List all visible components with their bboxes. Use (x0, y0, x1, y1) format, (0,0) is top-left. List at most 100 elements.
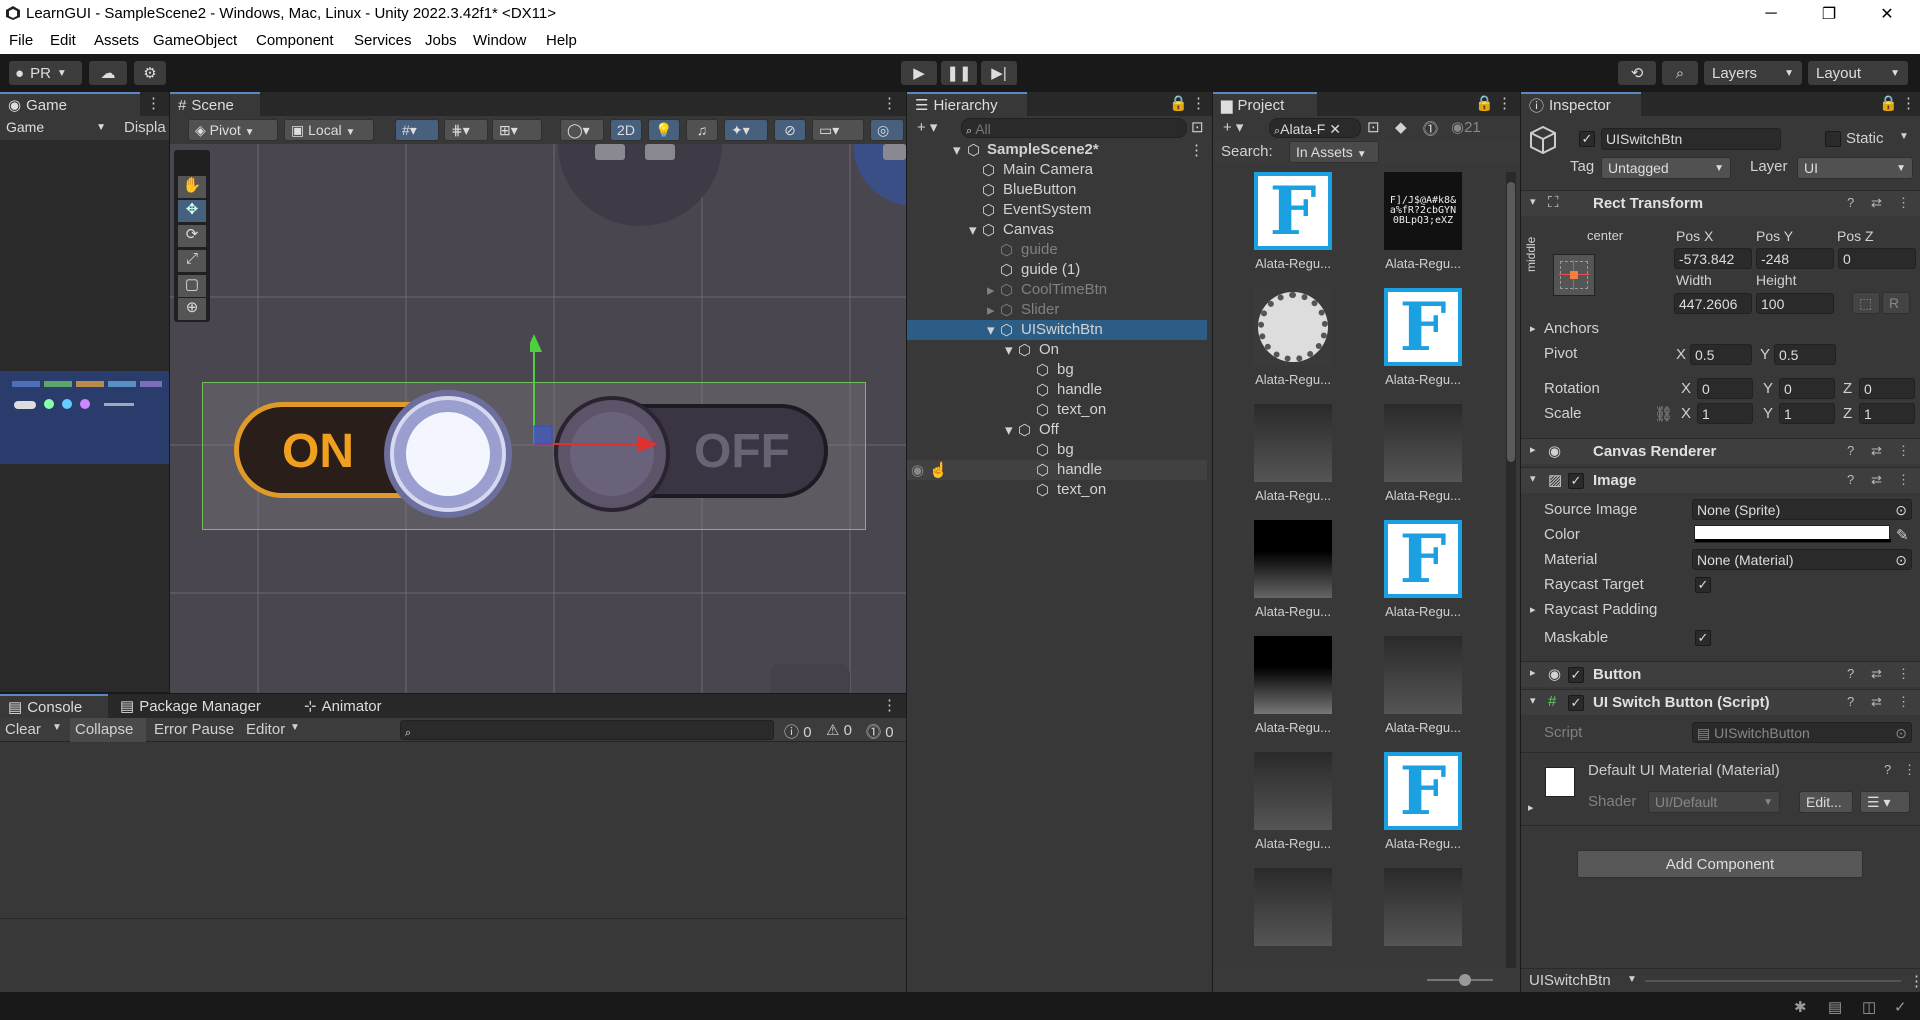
play-button[interactable]: ▶ (901, 61, 937, 85)
active-checkbox[interactable]: ✓ (1579, 131, 1595, 147)
shader-options-dropdown[interactable]: ☰ ▾ (1860, 791, 1910, 813)
lock-icon[interactable]: 🔒 (1169, 94, 1188, 112)
asset-item[interactable]: F Alata-Regu... (1373, 520, 1473, 619)
editor-dropdown[interactable]: Editor (246, 721, 285, 738)
scale-x-field[interactable]: 1 (1697, 403, 1753, 424)
eyedropper-icon[interactable]: ✎ (1896, 526, 1909, 544)
tree-item-main-camera[interactable]: ⬡ Main Camera (907, 160, 1207, 180)
tree-item-off[interactable]: ▾ ⬡ Off (907, 420, 1207, 440)
error-pause-toggle[interactable]: Error Pause (154, 721, 234, 738)
hierarchy-search-input[interactable]: ⌕ All (961, 118, 1187, 138)
kebab-menu-icon[interactable]: ⋮ (1903, 762, 1916, 778)
scale-y-field[interactable]: 1 (1779, 403, 1835, 424)
asset-item[interactable]: Alata-Regu... (1243, 404, 1343, 503)
tree-item-off-text[interactable]: ⬡ text_on (907, 480, 1207, 500)
expand-arrow-icon[interactable]: ▸ (987, 301, 995, 319)
search-by-type-icon[interactable]: ⊡ (1367, 118, 1380, 136)
scene-visibility-toggle[interactable]: ⊘ (774, 119, 806, 141)
minimize-button[interactable]: ─ (1742, 0, 1800, 28)
search-by-importlog-icon[interactable]: ⓵ (1423, 118, 1438, 139)
kebab-menu-icon[interactable]: ⋮ (1897, 666, 1910, 682)
preset-icon[interactable]: ⇄ (1871, 472, 1882, 488)
help-icon[interactable]: ? (1847, 195, 1854, 210)
width-field[interactable]: 447.2606 (1674, 293, 1752, 314)
checkmark-icon[interactable]: ✓ (1894, 998, 1907, 1016)
close-button[interactable]: ✕ (1858, 0, 1916, 28)
color-swatch[interactable] (1694, 525, 1891, 543)
create-dropdown[interactable]: + ▾ (917, 118, 937, 136)
account-dropdown[interactable]: ● PR ▼ (9, 61, 82, 85)
search-options-icon[interactable]: ⊡ (1191, 118, 1204, 136)
edit-shader-button[interactable]: Edit... (1799, 791, 1853, 813)
progress-icon[interactable]: ◫ (1862, 998, 1876, 1016)
tree-item-canvas[interactable]: ▾ ⬡ Canvas (907, 220, 1207, 240)
tree-item-off-bg[interactable]: ⬡ bg (907, 440, 1207, 460)
button-component-header[interactable]: ▸ ◉ ✓ Button ? ⇄ ⋮ (1521, 661, 1920, 687)
menu-assets[interactable]: Assets (94, 32, 139, 49)
log-count[interactable]: ⓘ 0 (784, 721, 812, 742)
maximize-button[interactable]: ❐ (1800, 0, 1858, 28)
hand-tool-icon[interactable]: ✋ (178, 176, 206, 198)
camera-dropdown[interactable]: ▭▾ (812, 119, 864, 141)
expand-arrow-icon[interactable]: ▸ (1530, 603, 1536, 616)
help-icon[interactable]: ? (1847, 666, 1854, 681)
tab-project[interactable]: ▆ Project (1213, 92, 1317, 116)
tab-inspector[interactable]: ⓘ Inspector (1521, 92, 1641, 116)
asset-item[interactable]: Alata-Regu... (1373, 636, 1473, 735)
tree-item-guide-1[interactable]: ⬡ guide (1) (907, 260, 1207, 280)
object-picker-icon[interactable]: ⊙ (1895, 552, 1907, 569)
project-scrollbar[interactable] (1506, 172, 1516, 972)
blueprint-mode-button[interactable]: ⬚ (1852, 292, 1880, 314)
tab-game[interactable]: ◉ Game (0, 92, 140, 116)
clear-search-icon[interactable]: ✕ (1329, 121, 1341, 137)
expand-arrow-icon[interactable]: ▾ (1530, 195, 1536, 208)
tree-item-slider[interactable]: ▸ ⬡ Slider (907, 300, 1207, 320)
canvas-renderer-header[interactable]: ▸ ◉ Canvas Renderer ? ⇄ ⋮ (1521, 438, 1920, 464)
rotation-z-field[interactable]: 0 (1859, 378, 1915, 399)
ruler-dropdown[interactable]: ⊞▾ (492, 119, 542, 141)
help-icon[interactable]: ? (1847, 472, 1854, 487)
effects-dropdown[interactable]: ✦▾ (724, 119, 768, 141)
rotate-tool-icon[interactable]: ⟳ (178, 225, 206, 247)
grid-snap-toggle[interactable]: #▾ (395, 119, 439, 141)
tab-animator[interactable]: ⊹ Animator (296, 694, 390, 718)
kebab-menu-icon[interactable]: ⋮ (1897, 195, 1910, 211)
chevron-down-icon[interactable]: ▼ (1899, 131, 1909, 142)
display-dropdown-label[interactable]: Displa (124, 119, 166, 136)
rotation-x-field[interactable]: 0 (1697, 378, 1753, 399)
pickable-hand-icon[interactable]: ☝ (929, 461, 948, 479)
preview-object-name[interactable]: UISwitchBtn (1529, 972, 1611, 989)
pivot-x-field[interactable]: 0.5 (1690, 344, 1752, 365)
raycast-padding-foldout[interactable]: Raycast Padding (1544, 601, 1657, 618)
layer-dropdown[interactable]: UI ▼ (1797, 157, 1913, 179)
menu-gameobject[interactable]: GameObject (153, 32, 237, 49)
expand-arrow-icon[interactable]: ▾ (1005, 341, 1013, 359)
expand-arrow-icon[interactable]: ▸ (1530, 322, 1536, 335)
pivot-y-field[interactable]: 0.5 (1774, 344, 1836, 365)
tab-scene[interactable]: # Scene (170, 92, 260, 116)
tree-item-on-bg[interactable]: ⬡ bg (907, 360, 1207, 380)
history-button[interactable]: ⟲ (1618, 61, 1656, 85)
menu-help[interactable]: Help (546, 32, 577, 49)
pos-z-field[interactable]: 0 (1838, 248, 1916, 269)
anchors-foldout[interactable]: Anchors (1544, 320, 1599, 337)
tab-hierarchy[interactable]: ☰ Hierarchy (907, 92, 1027, 116)
script-component-header[interactable]: ▾ # ✓ UI Switch Button (Script) ? ⇄ ⋮ (1521, 689, 1920, 715)
menu-window[interactable]: Window (473, 32, 526, 49)
visibility-toggle[interactable]: ◉21 (1451, 118, 1481, 136)
tree-item-guide[interactable]: ⬡ guide (907, 240, 1207, 260)
expand-arrow-icon[interactable]: ▸ (1528, 801, 1534, 814)
visibility-eye-icon[interactable]: ◉ (911, 461, 924, 479)
tree-item-on[interactable]: ▾ ⬡ On (907, 340, 1207, 360)
scale-tool-icon[interactable]: ⤢ (178, 250, 206, 272)
search-by-label-icon[interactable]: ◆ (1395, 118, 1407, 136)
kebab-menu-icon[interactable]: ⋮ (146, 94, 161, 112)
asset-item[interactable] (1243, 868, 1343, 952)
object-picker-icon[interactable]: ⊙ (1895, 502, 1907, 519)
pause-button[interactable]: ❚❚ (941, 61, 977, 85)
pos-x-field[interactable]: -573.842 (1674, 248, 1752, 269)
help-icon[interactable]: ? (1847, 694, 1854, 709)
pos-y-field[interactable]: -248 (1756, 248, 1834, 269)
tree-item-on-text[interactable]: ⬡ text_on (907, 400, 1207, 420)
raw-edit-button[interactable]: R (1882, 292, 1910, 314)
